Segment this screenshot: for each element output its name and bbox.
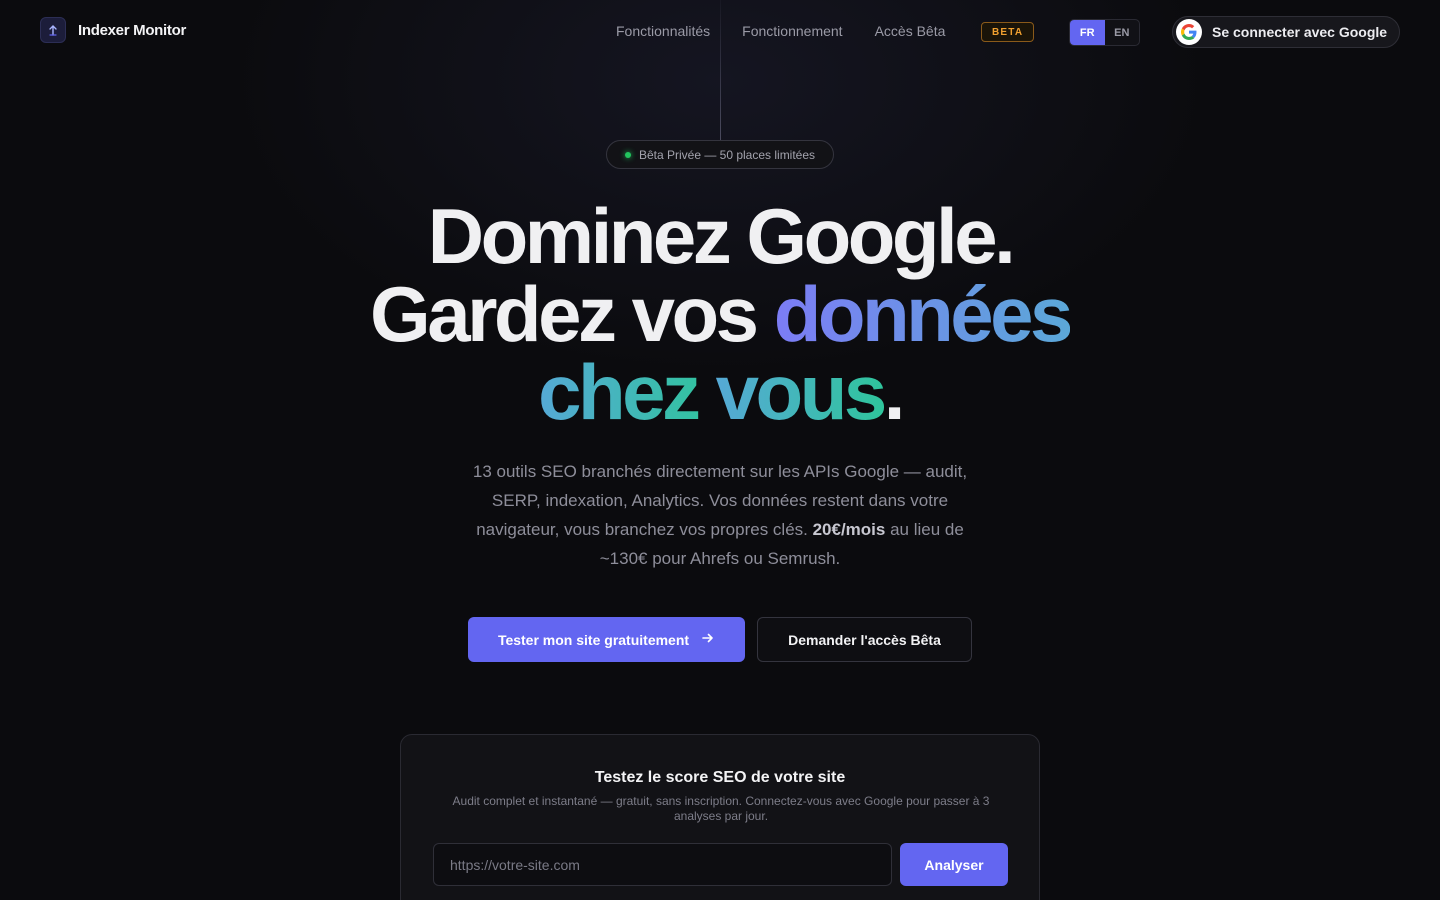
headline-period: . [883,348,906,436]
upload-arrow-icon [40,17,66,43]
nav-link-features[interactable]: Fonctionnalités [616,23,710,39]
request-beta-button[interactable]: Demander l'accès Bêta [757,617,972,662]
hero-headline: Dominez Google. Gardez vos données chez … [0,197,1440,431]
headline-line-3: chez vous. [0,353,1440,431]
test-site-button[interactable]: Tester mon site gratuitement [468,617,745,662]
lang-en-button[interactable]: EN [1105,20,1140,45]
language-switcher: FR EN [1069,19,1140,46]
beta-status-pill: Bêta Privée — 50 places limitées [606,140,834,169]
hero-price: 20€/mois [812,520,886,539]
headline-highlight-chez: chez [538,348,716,436]
nav-link-how-it-works[interactable]: Fonctionnement [742,23,842,39]
google-g-icon [1176,19,1202,45]
headline-line-2: Gardez vos données [0,275,1440,353]
status-dot-icon [624,151,631,158]
beta-pill-text: Bêta Privée — 50 places limitées [638,147,816,162]
audit-card-description: Audit complet et instantané — gratuit, s… [452,794,990,823]
lang-fr-button[interactable]: FR [1070,20,1105,45]
audit-card-title: Testez le score SEO de votre site [594,769,846,786]
analyze-button[interactable]: Analyser [900,843,1008,886]
google-signin-label: Se connecter avec Google [1212,24,1388,40]
test-site-label: Tester mon site gratuitement [497,631,690,648]
site-url-input[interactable] [433,843,892,886]
brand-logo[interactable]: Indexer Monitor [40,17,186,43]
beta-badge: BETA [981,22,1035,42]
nav-links: Fonctionnalités Fonctionnement Accès Bêt… [616,23,945,39]
google-signin-button[interactable]: Se connecter avec Google [1172,16,1400,48]
hero-description: 13 outils SEO branchés directement sur l… [450,457,990,573]
brand-name: Indexer Monitor [78,21,187,39]
headline-line-1: Dominez Google. [427,192,1016,280]
headline-line-2-plain: Gardez vos [370,270,774,358]
seo-audit-card: Testez le score SEO de votre site Audit … [400,734,1040,900]
top-nav: Indexer Monitor Fonctionnalités Fonction… [0,0,1440,64]
arrow-right-icon [701,631,715,648]
headline-highlight-vous: vous [715,348,888,436]
nav-link-beta-access[interactable]: Accès Bêta [875,23,946,39]
headline-highlight-donnees: données [773,270,1074,358]
